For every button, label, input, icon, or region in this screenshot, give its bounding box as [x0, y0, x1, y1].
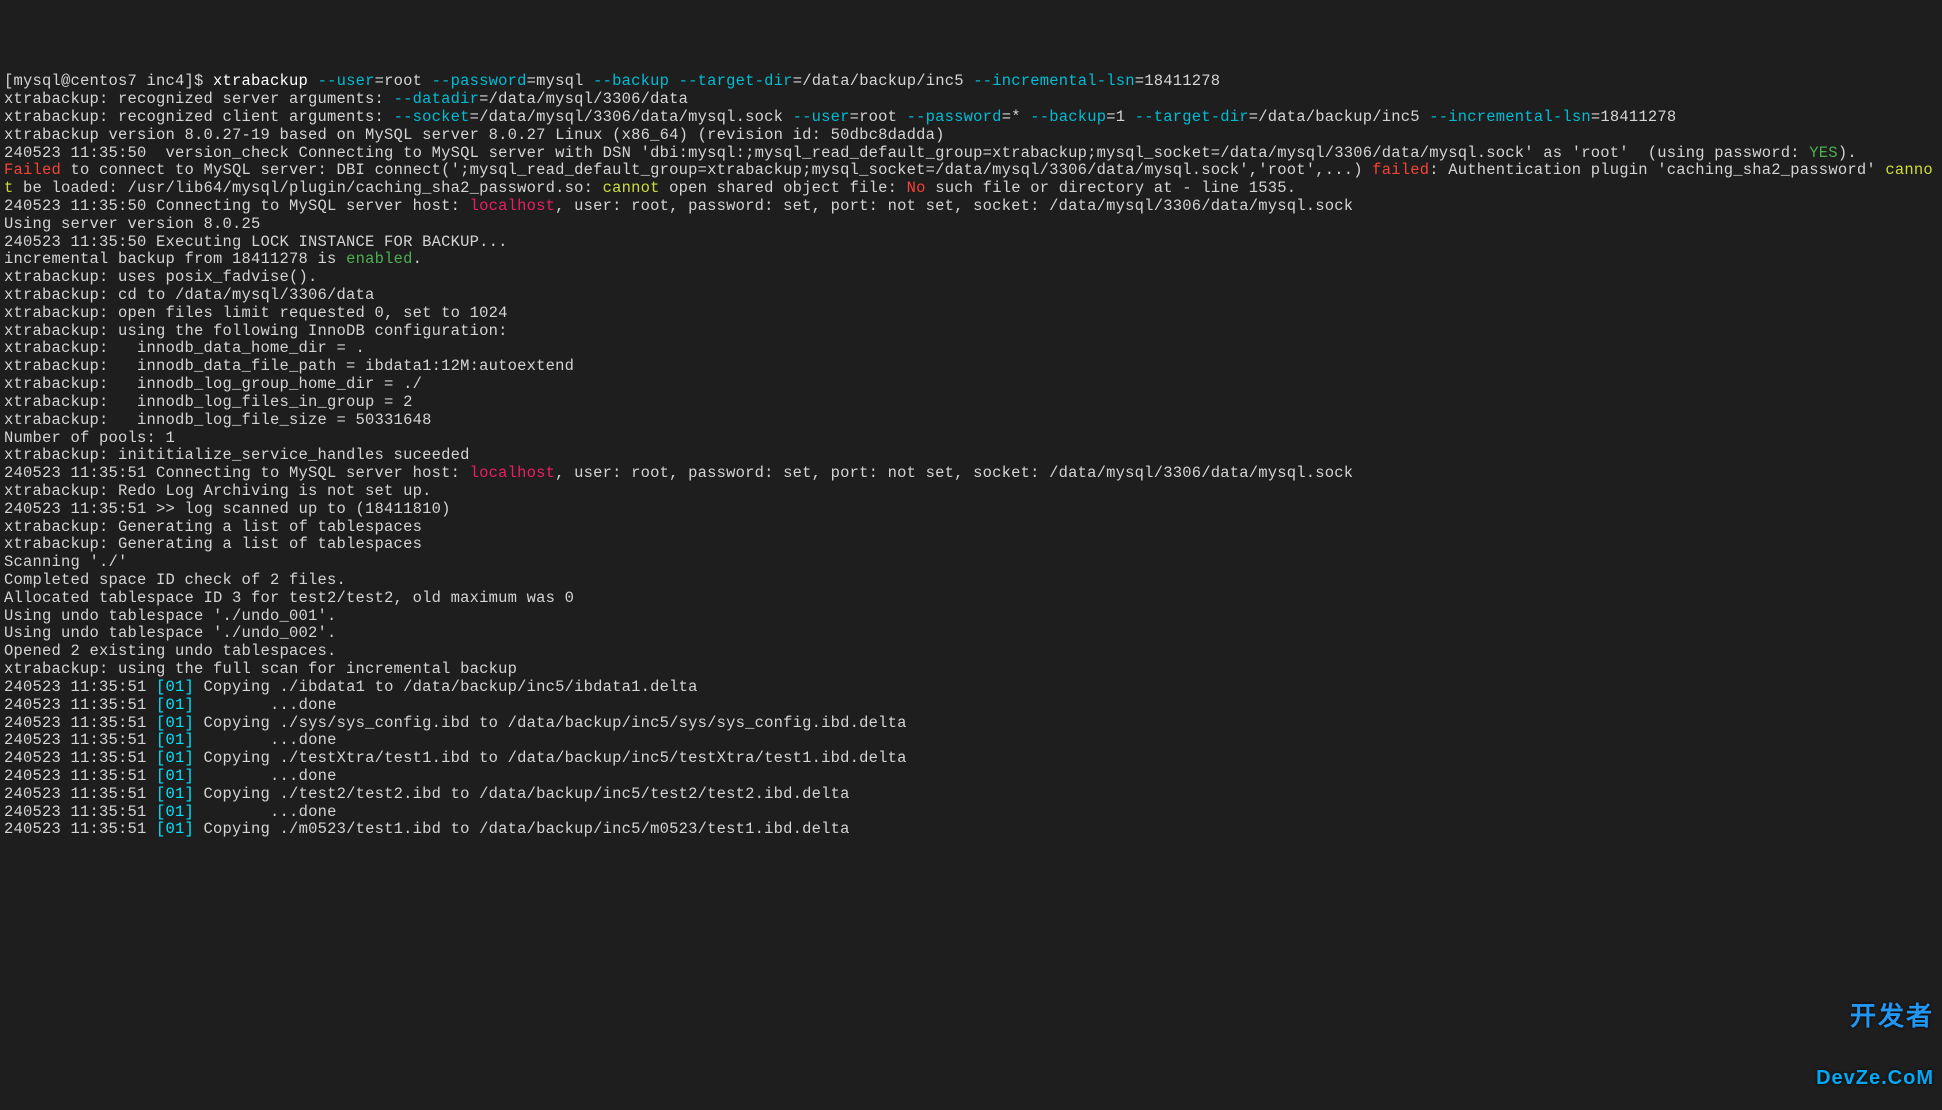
- cfg-loghome-line: xtrabackup: innodb_log_group_home_dir = …: [4, 375, 422, 393]
- svc-line: xtrabackup: inititialize_service_handles…: [4, 446, 470, 464]
- undo2-line: Using undo tablespace './undo_002'.: [4, 624, 337, 642]
- connect-line-1: 240523 11:35:50 Connecting to MySQL serv…: [4, 197, 1353, 215]
- allocated-line: Allocated tablespace ID 3 for test2/test…: [4, 589, 574, 607]
- failed-line: Failed to connect to MySQL server: DBI c…: [4, 161, 1933, 197]
- version-check-line: 240523 11:35:50 version_check Connecting…: [4, 144, 1857, 162]
- opened-line: Opened 2 existing undo tablespaces.: [4, 642, 337, 660]
- completed-line: Completed space ID check of 2 files.: [4, 571, 346, 589]
- pools-line: Number of pools: 1: [4, 429, 175, 447]
- lock-line: 240523 11:35:50 Executing LOCK INSTANCE …: [4, 233, 508, 251]
- scanned-line: 240523 11:35:51 >> log scanned up to (18…: [4, 500, 451, 518]
- incremental-line: incremental backup from 18411278 is enab…: [4, 250, 422, 268]
- fullscan-line: xtrabackup: using the full scan for incr…: [4, 660, 517, 678]
- gen2-line: xtrabackup: Generating a list of tablesp…: [4, 535, 422, 553]
- server-version-line: Using server version 8.0.25: [4, 215, 261, 233]
- copy-block: 240523 11:35:51 [01] Copying ./ibdata1 t…: [4, 678, 907, 839]
- cfg-filepath-line: xtrabackup: innodb_data_file_path = ibda…: [4, 357, 574, 375]
- connect-line-2: 240523 11:35:51 Connecting to MySQL serv…: [4, 464, 1353, 482]
- redo-line: xtrabackup: Redo Log Archiving is not se…: [4, 482, 432, 500]
- gen1-line: xtrabackup: Generating a list of tablesp…: [4, 518, 422, 536]
- fadvise-line: xtrabackup: uses posix_fadvise().: [4, 268, 318, 286]
- watermark-line2: DevZe.CoM: [1816, 1067, 1934, 1090]
- undo1-line: Using undo tablespace './undo_001'.: [4, 607, 337, 625]
- files-limit-line: xtrabackup: open files limit requested 0…: [4, 304, 508, 322]
- client-args-line: xtrabackup: recognized client arguments:…: [4, 108, 1686, 126]
- scanning-line: Scanning './': [4, 553, 128, 571]
- cfg-home-line: xtrabackup: innodb_data_home_dir = .: [4, 339, 365, 357]
- cd-line: xtrabackup: cd to /data/mysql/3306/data: [4, 286, 375, 304]
- terminal-output[interactable]: [mysql@centos7 inc4]$ xtrabackup --user=…: [4, 73, 1938, 839]
- server-args-line: xtrabackup: recognized server arguments:…: [4, 90, 698, 108]
- watermark: 开发者 DevZe.CoM: [1816, 966, 1934, 1108]
- cfg-header-line: xtrabackup: using the following InnoDB c…: [4, 322, 508, 340]
- version-line: xtrabackup version 8.0.27-19 based on My…: [4, 126, 945, 144]
- watermark-line1: 开发者: [1816, 1002, 1934, 1032]
- cfg-logsize-line: xtrabackup: innodb_log_file_size = 50331…: [4, 411, 432, 429]
- cfg-logfiles-line: xtrabackup: innodb_log_files_in_group = …: [4, 393, 413, 411]
- prompt: [mysql@centos7 inc4]$ xtrabackup --user=…: [4, 72, 1220, 90]
